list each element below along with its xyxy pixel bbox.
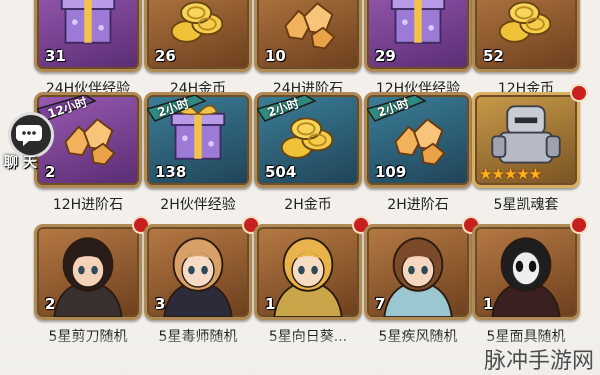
item-label: 2H伙伴经验	[160, 197, 236, 213]
item-quantity: 2	[45, 295, 56, 313]
item-quantity: 109	[375, 163, 407, 181]
item-quantity: 29	[375, 47, 396, 65]
notification-dot	[570, 84, 588, 102]
item-quantity: 3	[155, 295, 166, 313]
item-card[interactable]: 26	[144, 0, 252, 72]
item-label: 12H进阶石	[52, 197, 124, 213]
duration-badge: 2小时	[367, 95, 429, 125]
item-card[interactable]: 2小时 504	[254, 92, 362, 188]
item-card[interactable]: 1	[254, 224, 362, 320]
item-card[interactable]: 10	[254, 0, 362, 72]
item-quantity: 31	[45, 47, 66, 65]
item-card[interactable]: 52	[472, 0, 580, 72]
duration-badge: 2小时	[257, 95, 319, 125]
item-card[interactable]: 29	[364, 0, 472, 72]
item-quantity: 1	[483, 295, 494, 313]
item-quantity: 7	[375, 295, 386, 313]
item-quantity: 1	[265, 295, 276, 313]
item-quantity: 10	[265, 47, 286, 65]
item-label: 2H金币	[284, 197, 332, 213]
chat-label: 聊 天	[4, 155, 37, 171]
chat-button[interactable]: 聊 天	[0, 112, 56, 178]
item-label: 5星凯魂套	[493, 197, 559, 213]
item-quantity: 52	[483, 47, 504, 65]
item-card[interactable]: 31	[34, 0, 142, 72]
item-card[interactable]: 2小时 138	[144, 92, 252, 188]
watermark: 脉冲手游网	[483, 349, 594, 374]
item-card[interactable]: 3	[144, 224, 252, 320]
item-card[interactable]: 7	[364, 224, 472, 320]
notification-dot	[570, 216, 588, 234]
duration-badge: 2小时	[147, 95, 209, 125]
item-label: 2H进阶石	[387, 197, 449, 213]
item-card[interactable]: 2小时 109	[364, 92, 472, 188]
item-quantity: 26	[155, 47, 176, 65]
item-quantity: 504	[265, 163, 297, 181]
star-rating: ★★★★★	[479, 165, 542, 183]
item-quantity: 138	[155, 163, 187, 181]
item-card[interactable]: 1	[472, 224, 580, 320]
item-grid: 31 24H伙伴经验 26 24H金币 10 24H进阶石 29 12H伙伴经验 52 12H金币…	[0, 0, 600, 375]
item-card[interactable]: 2	[34, 224, 142, 320]
item-card[interactable]: ★★★★★	[472, 92, 580, 188]
